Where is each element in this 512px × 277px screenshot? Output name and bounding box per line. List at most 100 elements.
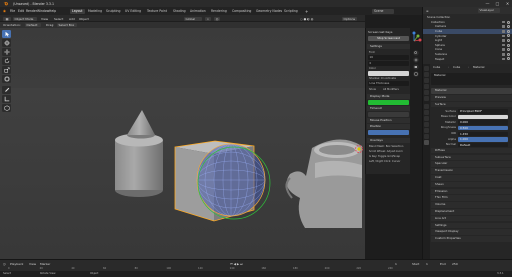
add-workspace-icon[interactable]: + xyxy=(303,9,310,14)
drag-dropdown[interactable]: Select Box xyxy=(57,22,77,28)
mouse-position-section[interactable]: Mouse Position xyxy=(367,118,410,123)
font-size-field[interactable]: 16 xyxy=(368,55,409,60)
render-toggle-icon[interactable] xyxy=(502,53,505,56)
move-tool[interactable] xyxy=(2,48,11,56)
workspace-tab-shading[interactable]: Shading xyxy=(171,9,188,14)
timeline-editor-icon[interactable]: ◷ xyxy=(3,262,6,266)
visibility-eye-icon[interactable] xyxy=(507,57,510,61)
properties-section-header[interactable]: Surface xyxy=(431,101,512,108)
line-thickness-field[interactable]: Line Thickness xyxy=(368,81,409,86)
snap-icon[interactable]: ⌖ xyxy=(205,16,211,21)
close-button[interactable]: ✕ xyxy=(503,1,512,6)
render-toggle-icon[interactable] xyxy=(502,30,505,33)
property-value-field[interactable]: 0.500 xyxy=(458,125,508,131)
menu-edit[interactable]: Edit xyxy=(18,9,24,13)
viewport-menu-view[interactable]: View xyxy=(41,17,48,22)
current-frame-field[interactable]: 1 xyxy=(395,262,397,266)
timeline-menu-marker[interactable]: Marker xyxy=(40,262,50,266)
perspective-toggle-icon[interactable] xyxy=(413,71,419,77)
proportional-edit-icon[interactable]: ◎ xyxy=(214,16,220,21)
property-value-field[interactable]: 1.450 xyxy=(458,131,508,136)
menu-window[interactable]: Window xyxy=(37,9,49,13)
property-value-field[interactable]: Default xyxy=(458,142,508,148)
timeout-section[interactable]: Timeout xyxy=(367,106,410,111)
select-box-tool[interactable] xyxy=(2,30,11,38)
workspace-tab-animation[interactable]: Animation xyxy=(188,9,208,14)
blender-menu-icon[interactable]: ◉ xyxy=(3,9,6,13)
menu-help[interactable]: Help xyxy=(49,9,56,13)
visibility-eye-icon[interactable] xyxy=(507,43,510,47)
physics-tab-icon[interactable] xyxy=(424,122,429,127)
world-tab-icon[interactable] xyxy=(424,96,429,101)
properties-section-header[interactable]: Displacement xyxy=(431,209,512,215)
view-layer-selector[interactable]: ViewLayer xyxy=(478,8,500,13)
material-tab-icon[interactable] xyxy=(424,140,429,145)
3d-viewport[interactable] xyxy=(0,28,365,259)
visibility-eye-icon[interactable] xyxy=(507,52,510,56)
render-toggle-icon[interactable] xyxy=(502,48,505,51)
tool-tab-icon[interactable] xyxy=(424,66,429,71)
scene-selector[interactable]: Scene xyxy=(372,8,394,14)
zoom-view-icon[interactable] xyxy=(413,50,419,56)
settings-section[interactable]: Settings xyxy=(367,44,410,49)
sphere-wireframe-object[interactable] xyxy=(196,143,266,217)
properties-section-header[interactable]: Viewport Display xyxy=(431,229,512,235)
timeline-menu-view[interactable]: View xyxy=(29,262,36,266)
minimize-button[interactable]: — xyxy=(483,1,492,6)
workspace-tab-sculpting[interactable]: Sculpting xyxy=(104,9,122,14)
workspace-tab-modeling[interactable]: Modeling xyxy=(86,9,104,14)
object-mode-dropdown[interactable]: Object Mode xyxy=(13,16,37,21)
viewport-menu-object[interactable]: Object xyxy=(79,17,89,22)
properties-section-header[interactable]: Custom Properties xyxy=(431,236,512,242)
object-tab-icon[interactable] xyxy=(424,104,429,109)
viewport-shading-icons[interactable]: ◌ ● ◐ ◍ xyxy=(300,17,313,22)
options-dropdown[interactable]: Options xyxy=(342,16,357,21)
overlays-section[interactable]: Overlays xyxy=(367,138,410,143)
properties-section-header[interactable]: Settings xyxy=(431,222,512,229)
property-value-field[interactable]: 0.000 xyxy=(458,120,508,125)
render-toggle-icon[interactable] xyxy=(502,20,505,24)
property-value-field[interactable]: Principled BSDF xyxy=(458,109,508,114)
position-field[interactable] xyxy=(368,130,409,135)
modifier-tab-icon[interactable] xyxy=(424,110,429,115)
properties-section-header[interactable]: Coat xyxy=(431,175,512,181)
measure-tool[interactable] xyxy=(2,95,11,103)
properties-section-header[interactable]: Sheen xyxy=(431,181,512,188)
position-section[interactable]: Position xyxy=(367,124,410,129)
properties-section-header[interactable]: Transmission xyxy=(431,168,512,174)
render-toggle-icon[interactable] xyxy=(502,43,505,47)
properties-section-header[interactable]: Preview xyxy=(431,95,512,101)
margin-field[interactable]: 0 xyxy=(368,61,409,66)
workspace-tab-geometry-nodes[interactable]: Geometry Nodes xyxy=(254,9,284,14)
end-frame-value[interactable]: 250 xyxy=(452,262,458,266)
display-mode-section[interactable]: Display Mode xyxy=(367,94,410,99)
show-value[interactable]: All Modifiers xyxy=(383,88,399,91)
material-name-field[interactable]: Material xyxy=(431,88,512,94)
visibility-eye-icon[interactable] xyxy=(507,34,510,38)
menu-file[interactable]: File xyxy=(10,9,15,13)
properties-section-header[interactable]: Emission xyxy=(431,188,512,195)
workspace-tab-texture-paint[interactable]: Texture Paint xyxy=(145,9,169,14)
outliner-row[interactable]: Teapot xyxy=(423,57,512,62)
menu-render[interactable]: Render xyxy=(26,9,37,13)
visibility-eye-icon[interactable] xyxy=(507,25,510,29)
pan-view-icon[interactable] xyxy=(413,57,419,63)
properties-section-header[interactable]: Diffuse xyxy=(431,147,512,154)
visibility-eye-icon[interactable] xyxy=(507,38,510,42)
workspace-tab-scripting[interactable]: Scripting xyxy=(282,9,300,14)
material-slots-list[interactable]: Material xyxy=(431,73,512,85)
properties-section-header[interactable]: Specular xyxy=(431,161,512,167)
progress-color-bar[interactable] xyxy=(368,100,409,105)
scene-tab-icon[interactable] xyxy=(424,90,429,95)
stop-screencast-button[interactable]: Stop Screencast xyxy=(368,36,409,41)
property-value-field[interactable]: 1.000 xyxy=(458,137,508,142)
orientation-dropdown[interactable]: Default xyxy=(25,22,41,28)
workspace-tab-uv-editing[interactable]: UV Editing xyxy=(123,9,143,14)
navigation-gizmo[interactable] xyxy=(410,28,422,108)
properties-section-header[interactable]: Line Art xyxy=(431,215,512,222)
maximize-button[interactable]: □ xyxy=(493,1,502,6)
particles-tab-icon[interactable] xyxy=(424,116,429,121)
visibility-eye-icon[interactable] xyxy=(507,20,510,24)
visibility-eye-icon[interactable] xyxy=(507,29,510,33)
viewport-menu-add[interactable]: Add xyxy=(69,17,75,22)
